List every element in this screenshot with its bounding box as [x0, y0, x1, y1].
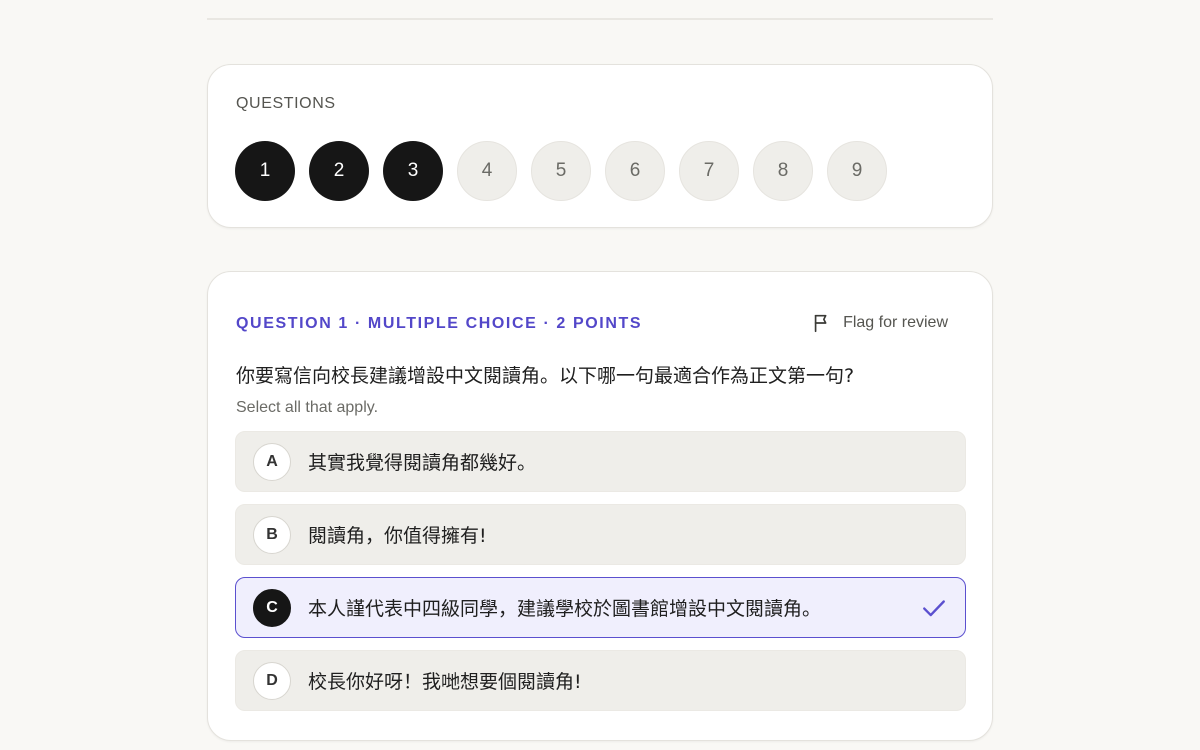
question-hint: Select all that apply.	[236, 399, 379, 416]
question-card: QUESTION 1 · MULTIPLE CHOICE · 2 POINTS …	[207, 271, 993, 741]
flag-label: Flag for review	[843, 314, 948, 331]
nav-question-1[interactable]: 1	[235, 141, 295, 201]
flag-icon	[814, 314, 827, 333]
flag-for-review-button[interactable]: Flag for review	[811, 312, 948, 334]
option-a[interactable]: A 其實我覺得閱讀角都幾好。	[235, 431, 966, 492]
top-divider	[207, 18, 993, 20]
nav-question-4[interactable]: 4	[457, 141, 517, 201]
question-meta: QUESTION 1 · MULTIPLE CHOICE · 2 POINTS	[236, 315, 643, 332]
nav-question-2[interactable]: 2	[309, 141, 369, 201]
nav-question-3[interactable]: 3	[383, 141, 443, 201]
answer-options: A 其實我覺得閱讀角都幾好。 B 閱讀角，你值得擁有! C 本人謹代表中四級同學…	[235, 431, 966, 711]
option-letter: D	[253, 661, 291, 700]
option-letter: A	[253, 442, 291, 481]
question-navigator: QUESTIONS 1 2 3 4 5 6 7 8 9	[207, 64, 993, 228]
navigator-title: QUESTIONS	[236, 95, 336, 112]
nav-question-9[interactable]: 9	[827, 141, 887, 201]
option-text: 校長你好呀！我哋想要個閱讀角!	[308, 671, 582, 693]
check-icon	[923, 600, 945, 617]
option-b[interactable]: B 閱讀角，你值得擁有!	[235, 504, 966, 565]
option-text: 閱讀角，你值得擁有!	[308, 525, 487, 547]
option-letter: C	[253, 588, 291, 627]
nav-question-6[interactable]: 6	[605, 141, 665, 201]
nav-question-8[interactable]: 8	[753, 141, 813, 201]
option-text: 其實我覺得閱讀角都幾好。	[308, 452, 537, 474]
option-letter: B	[253, 515, 291, 554]
navigator-row: 1 2 3 4 5 6 7 8 9	[235, 141, 887, 201]
option-c[interactable]: C 本人謹代表中四級同學，建議學校於圖書館增設中文閱讀角。	[235, 577, 966, 638]
nav-question-5[interactable]: 5	[531, 141, 591, 201]
option-d[interactable]: D 校長你好呀！我哋想要個閱讀角!	[235, 650, 966, 711]
question-prompt: 你要寫信向校長建議增設中文閱讀角。以下哪一句最適合作為正文第一句?	[236, 365, 855, 387]
option-text: 本人謹代表中四級同學，建議學校於圖書館增設中文閱讀角。	[308, 598, 822, 620]
nav-question-7[interactable]: 7	[679, 141, 739, 201]
